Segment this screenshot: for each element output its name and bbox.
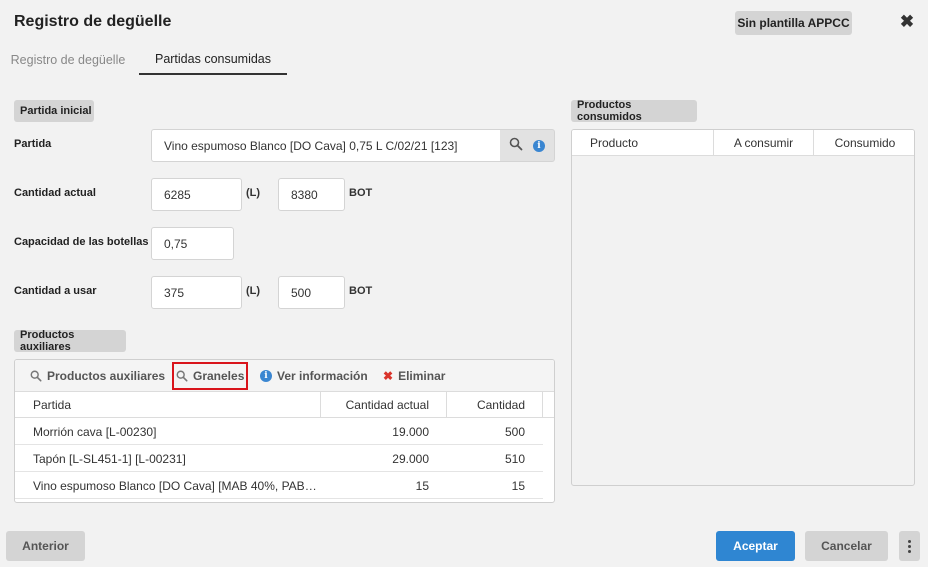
cell-partida: Morrión cava [L-00230]: [33, 424, 157, 439]
ver-informacion-button-label: Ver información: [277, 369, 368, 383]
productos-auxiliares-button-label: Productos auxiliares: [47, 369, 166, 383]
more-options-icon[interactable]: [899, 531, 920, 561]
productos-auxiliares-section-label: Productos auxiliares: [14, 329, 126, 353]
cantidad-usar-l-input[interactable]: 375: [151, 276, 242, 309]
cantidad-actual-bot-input[interactable]: 8380: [278, 178, 345, 211]
aux-toolbar: Productos auxiliares Graneles i Ver info…: [15, 360, 554, 392]
tab-partidas-consumidas[interactable]: Partidas consumidas: [139, 45, 287, 75]
graneles-button-label: Graneles: [193, 369, 245, 383]
unit-bot: BOT: [349, 285, 373, 297]
appcc-badge[interactable]: Sin plantilla APPCC: [735, 11, 852, 35]
column-header-cantidad-actual[interactable]: Cantidad actual: [321, 392, 429, 418]
column-header-producto[interactable]: Producto: [590, 130, 710, 156]
unit-l: (L): [246, 187, 261, 199]
partida-addon: i: [500, 129, 555, 162]
column-header-partida[interactable]: Partida: [33, 392, 313, 418]
cell-partida: Tapón [L-SL451-1] [L-00231]: [33, 451, 186, 466]
cell-partida: Vino espumoso Blanco [DO Cava] [MAB 40%,…: [33, 478, 317, 493]
column-header-consumido[interactable]: Consumido: [814, 130, 914, 156]
graneles-button[interactable]: Graneles: [171, 362, 249, 390]
aceptar-button[interactable]: Aceptar: [716, 531, 795, 561]
eliminar-button-label: Eliminar: [398, 369, 446, 383]
productos-auxiliares-panel: Productos auxiliares Graneles i Ver info…: [14, 359, 555, 503]
cell-cantidad-actual: 19.000: [392, 424, 429, 439]
cell-cantidad: 500: [504, 424, 525, 439]
aux-grid-header: Partida Cantidad actual Cantidad: [15, 392, 554, 418]
anterior-button[interactable]: Anterior: [6, 531, 85, 561]
close-icon[interactable]: ✖: [897, 11, 917, 33]
cell-cantidad: 510: [504, 451, 525, 466]
eliminar-button[interactable]: ✖ Eliminar: [383, 366, 445, 386]
column-header-cantidad[interactable]: Cantidad: [447, 392, 525, 418]
partida-label: Partida: [14, 138, 52, 150]
column-header-a-consumir[interactable]: A consumir: [714, 130, 813, 156]
cancelar-button[interactable]: Cancelar: [805, 531, 888, 561]
partida-inicial-section-label: Partida inicial: [14, 100, 94, 122]
ver-informacion-button[interactable]: i Ver información: [260, 366, 368, 386]
table-row[interactable]: Tapón [L-SL451-1] [L-00231] 29.000 510: [15, 445, 543, 472]
productos-consumidos-section-label: Productos consumidos: [571, 99, 697, 123]
search-icon: [176, 370, 188, 382]
search-icon: [30, 370, 42, 382]
cantidad-actual-l-input[interactable]: 6285: [151, 178, 242, 211]
table-row[interactable]: Morrión cava [L-00230] 19.000 500: [15, 418, 543, 445]
cell-cantidad-actual: 29.000: [392, 451, 429, 466]
capacidad-label: Capacidad de las botellas: [14, 236, 149, 248]
info-icon: i: [260, 370, 272, 382]
dialog-title: Registro de degüelle: [14, 13, 172, 30]
capacidad-input[interactable]: 0,75: [151, 227, 234, 260]
search-icon[interactable]: [509, 137, 523, 154]
productos-auxiliares-button[interactable]: Productos auxiliares: [30, 366, 165, 386]
table-row[interactable]: Vino espumoso Blanco [DO Cava] [MAB 40%,…: [15, 472, 543, 499]
cell-cantidad-actual: 15: [415, 478, 429, 493]
column-divider: [542, 392, 543, 418]
unit-l: (L): [246, 285, 261, 297]
partida-input[interactable]: Vino espumoso Blanco [DO Cava] 0,75 L C/…: [151, 129, 501, 162]
delete-x-icon: ✖: [383, 369, 394, 383]
cell-cantidad: 15: [511, 478, 525, 493]
unit-bot: BOT: [349, 187, 373, 199]
productos-consumidos-grid: Producto A consumir Consumido: [571, 129, 915, 486]
tab-registro-deguelle[interactable]: Registro de degüelle: [0, 45, 136, 75]
cantidad-usar-label: Cantidad a usar: [14, 285, 97, 297]
cantidad-usar-bot-input[interactable]: 500: [278, 276, 345, 309]
consumidos-grid-header: Producto A consumir Consumido: [572, 130, 914, 156]
info-icon[interactable]: i: [533, 139, 545, 152]
cantidad-actual-label: Cantidad actual: [14, 187, 96, 199]
